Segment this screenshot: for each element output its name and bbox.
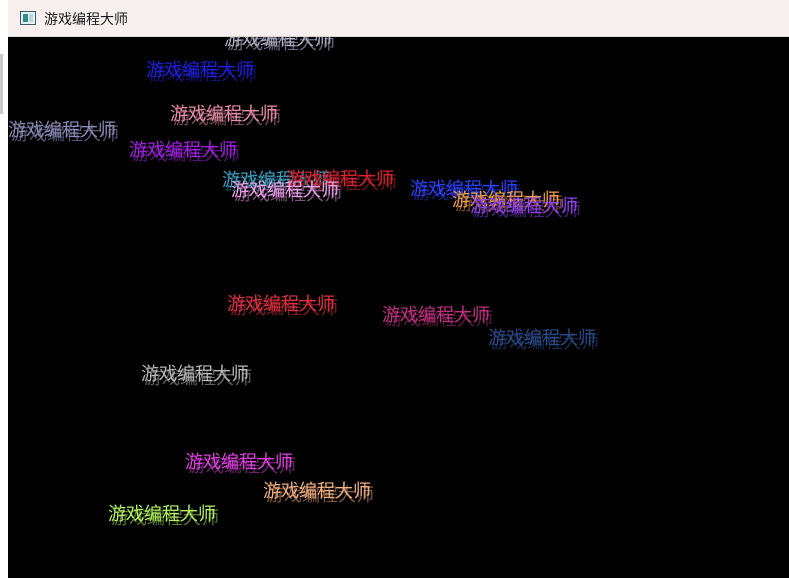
canvas-label-text: 游戏编程大师 bbox=[185, 452, 293, 473]
app-icon bbox=[20, 11, 36, 25]
canvas-label-text: 游戏编程大师 bbox=[231, 180, 339, 201]
canvas-label-text: 游戏编程大师 bbox=[146, 60, 254, 81]
window-title: 游戏编程大师 bbox=[44, 12, 128, 28]
canvas-label-text: 游戏编程大师 bbox=[382, 305, 490, 326]
canvas-label-text: 游戏编程大师 bbox=[263, 481, 371, 502]
canvas-label-text: 游戏编程大师 bbox=[108, 504, 216, 525]
canvas-label-text: 游戏编程大师 bbox=[170, 104, 278, 125]
canvas-label-text: 游戏编程大师 bbox=[129, 140, 237, 161]
render-canvas[interactable]: 游戏编程大师 游戏编程大师 游戏编程大师 游戏编程大师 游戏编程大师 游戏编程大师 游… bbox=[8, 37, 789, 578]
canvas-label-text: 游戏编程大师 bbox=[227, 294, 335, 315]
title-bar[interactable]: 游戏编程大师 bbox=[8, 0, 789, 37]
canvas-label-text: 游戏编程大师 bbox=[141, 364, 249, 385]
canvas-label-text: 游戏编程大师 bbox=[8, 120, 116, 141]
canvas-label-text: 游戏编程大师 bbox=[488, 328, 596, 349]
canvas-label-text: 游戏编程大师 bbox=[470, 196, 578, 217]
app-window: 游戏编程大师 游戏编程大师 游戏编程大师 游戏编程大师 游戏编程大师 游戏编程大师游… bbox=[0, 0, 789, 578]
canvas-label-text: 游戏编程大师 bbox=[224, 37, 332, 50]
background-window-edge bbox=[0, 0, 8, 578]
